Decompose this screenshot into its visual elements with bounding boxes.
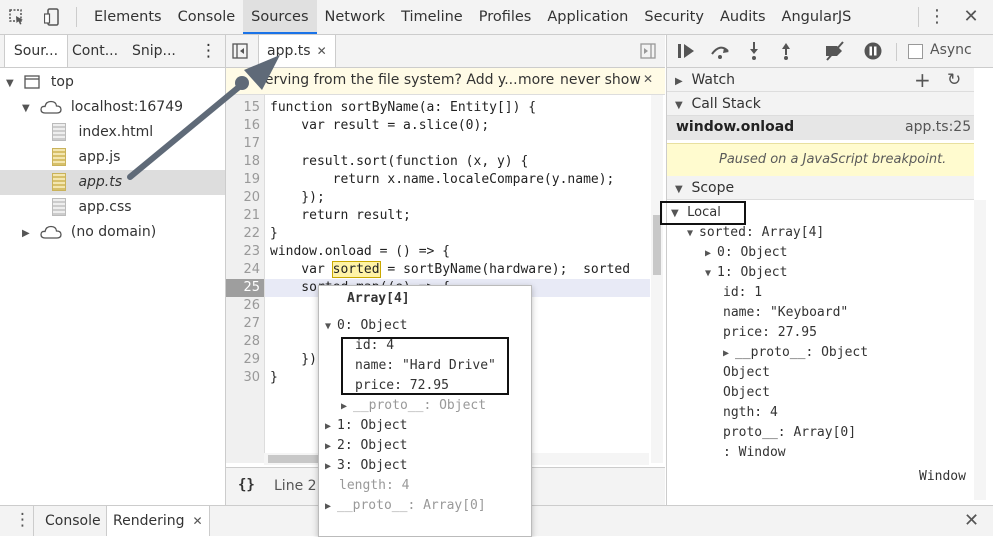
annotation-arrow	[127, 55, 280, 180]
arrow-head	[244, 55, 280, 90]
arrow-shaft	[127, 79, 248, 180]
arrow-joint	[235, 76, 249, 90]
